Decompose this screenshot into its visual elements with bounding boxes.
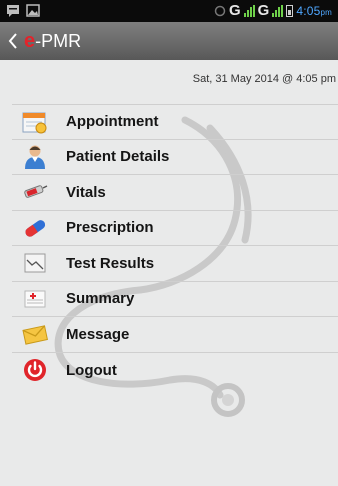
menu-item-label: Prescription <box>66 219 154 237</box>
menu-item-label: Message <box>66 325 130 343</box>
status-time: 4:05pm <box>296 3 332 18</box>
pill-icon <box>22 215 48 241</box>
chevron-left-icon <box>8 33 17 49</box>
envelope-icon <box>22 321 48 347</box>
menu-item-label: Patient Details <box>66 148 170 166</box>
network-type-1: G <box>228 2 241 19</box>
logo-letter: e <box>24 29 36 52</box>
signal-strength-2-icon <box>272 4 284 17</box>
status-bar: G G 4:05pm <box>0 0 338 22</box>
menu-item-summary[interactable]: Summary <box>12 282 338 317</box>
signal-strength-1-icon <box>243 4 255 17</box>
menu-item-message[interactable]: Message <box>12 317 338 353</box>
main-menu: Appointment Patient Details Vitals Presc… <box>12 104 338 388</box>
menu-item-label: Appointment <box>66 113 159 131</box>
chart-icon <box>22 250 48 276</box>
summary-icon <box>22 286 48 312</box>
chat-notification-icon <box>7 5 19 17</box>
image-notification-icon <box>26 4 40 17</box>
menu-item-test-results[interactable]: Test Results <box>12 246 338 282</box>
back-button[interactable] <box>2 22 24 60</box>
power-icon <box>22 357 48 383</box>
menu-item-patient-details[interactable]: Patient Details <box>12 140 338 175</box>
menu-item-prescription[interactable]: Prescription <box>12 211 338 246</box>
menu-item-logout[interactable]: Logout <box>12 353 338 389</box>
datetime-label: Sat, 31 May 2014 @ 4:05 pm <box>192 73 336 85</box>
menu-item-label: Summary <box>66 290 135 308</box>
patient-icon <box>22 144 48 170</box>
menu-item-label: Logout <box>66 361 117 379</box>
app-title-text: -PMR <box>35 30 82 51</box>
network-type-2: G <box>257 2 270 19</box>
menu-item-label: Test Results <box>66 254 155 272</box>
battery-icon <box>286 4 294 17</box>
menu-item-appointment[interactable]: Appointment <box>12 104 338 140</box>
menu-item-label: Vitals <box>66 183 106 201</box>
calendar-icon <box>22 109 48 135</box>
app-screen: G G 4:05pm e -PMR Sat, 31 May 2014 @ 4:0 <box>0 0 338 486</box>
app-title: e -PMR <box>24 30 81 53</box>
menu-item-vitals[interactable]: Vitals <box>12 175 338 211</box>
injection-icon <box>22 179 48 205</box>
app-bar: e -PMR <box>0 22 338 60</box>
sync-icon <box>214 5 226 16</box>
